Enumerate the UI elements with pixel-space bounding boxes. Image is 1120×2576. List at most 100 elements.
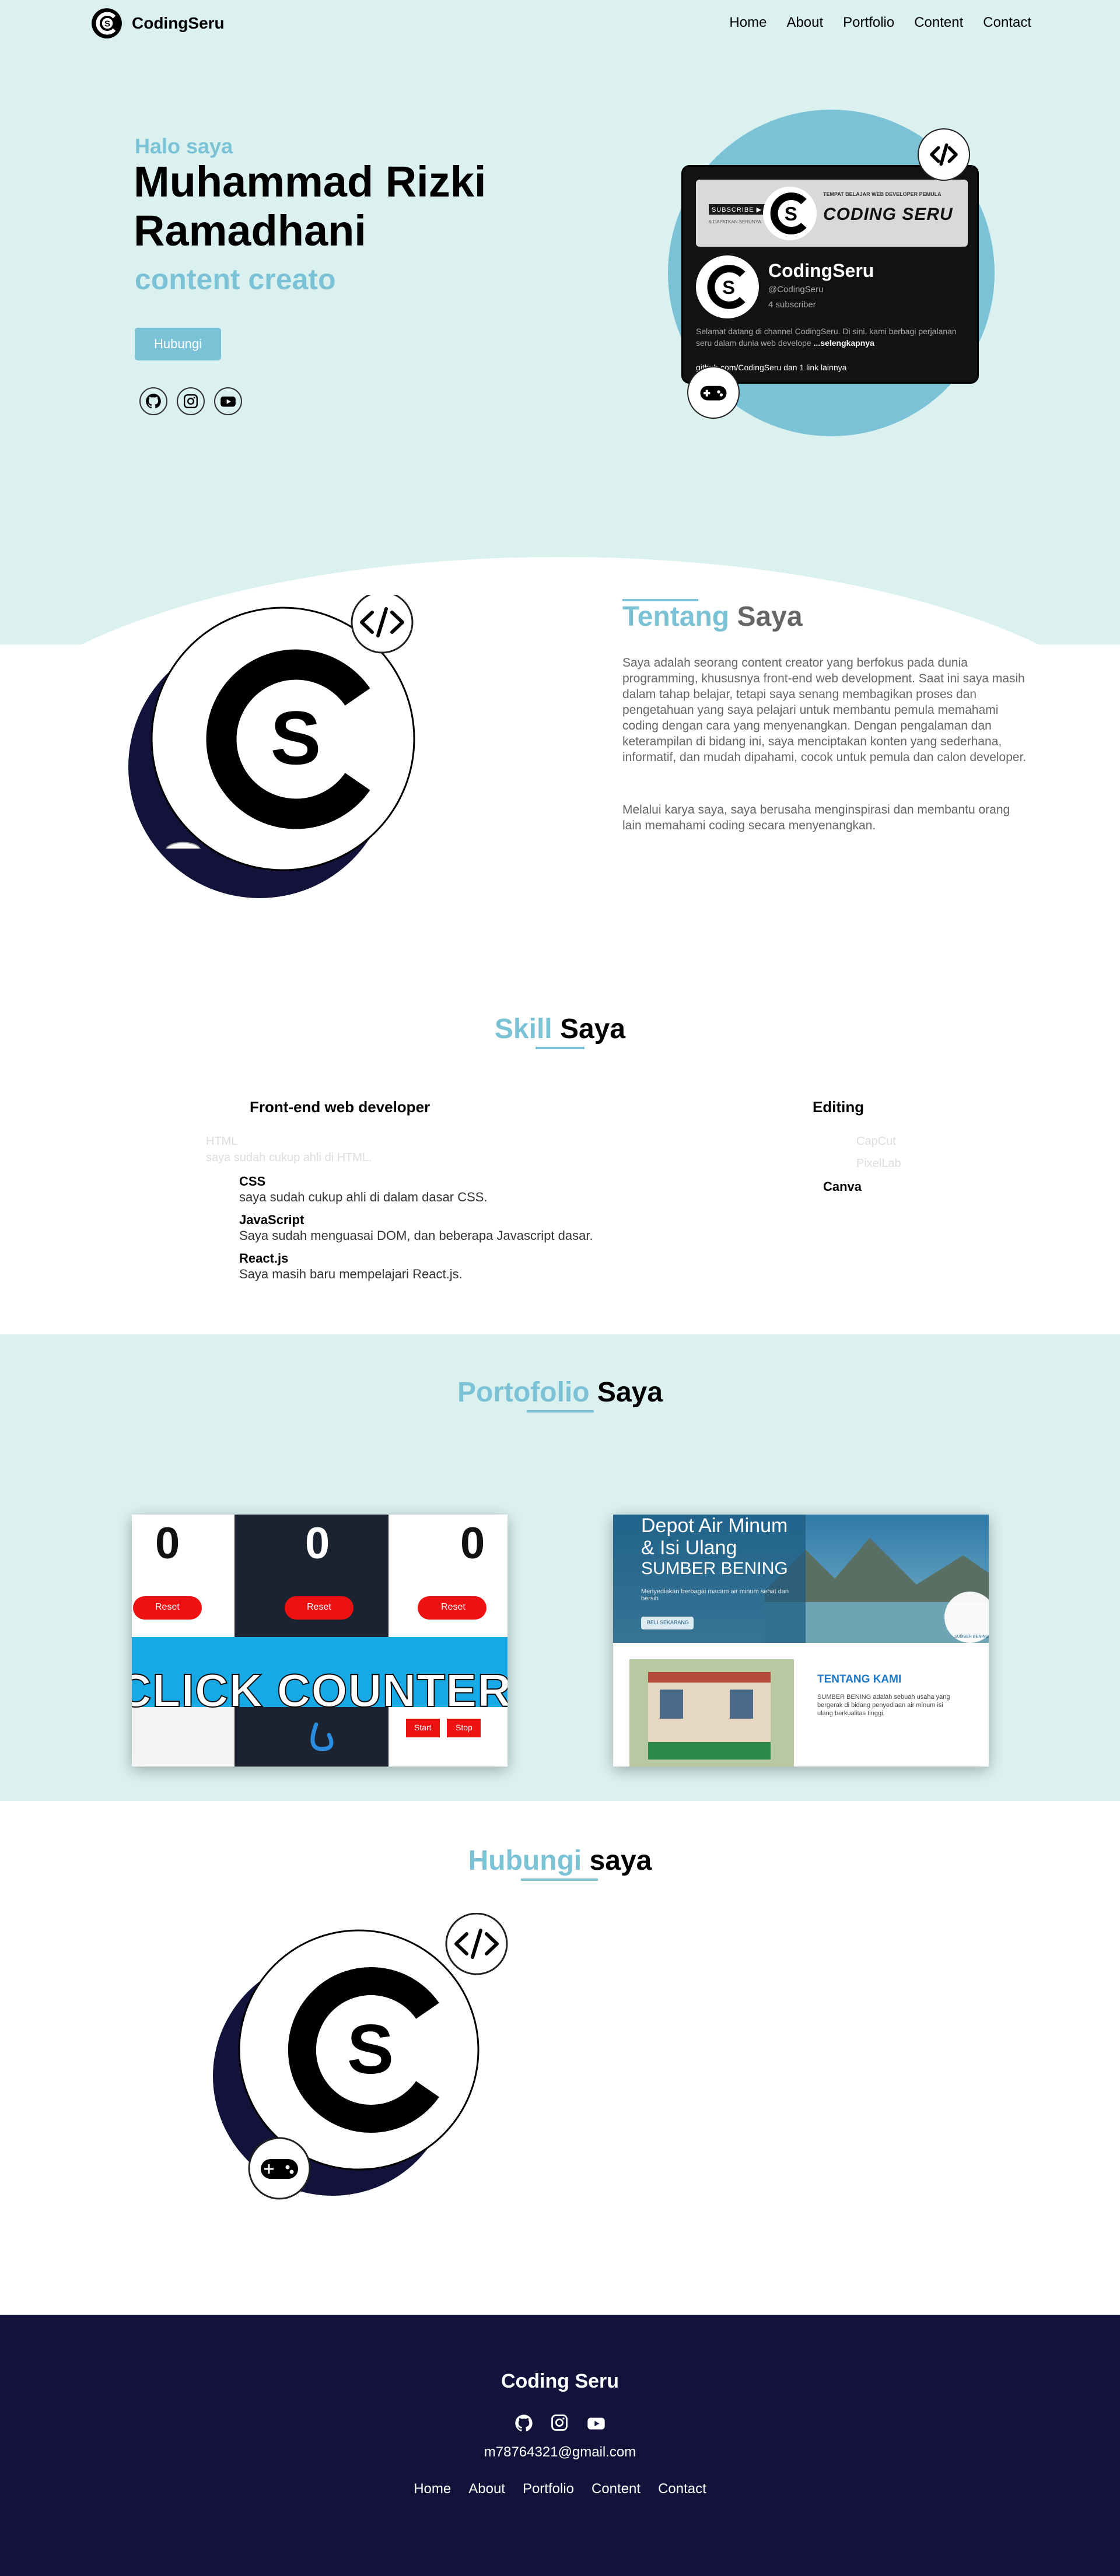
footer-social-links [514,2414,607,2433]
banner-small-text: & DAPATKAN SERUNYA [709,219,761,225]
svg-text:S: S [347,2010,394,2088]
svg-text:S: S [722,277,735,298]
editing-title: Editing [813,1098,864,1116]
footer: Coding Seru m78764321@gmail.com Home Abo… [0,2315,1120,2576]
counter-reset-3: Reset [441,1602,466,1612]
footer-email[interactable]: m78764321@gmail.com [0,2444,1120,2461]
footer-nav-portfolio[interactable]: Portfolio [523,2481,574,2497]
github-link[interactable] [139,387,167,415]
nav-links: Home About Portfolio Content Contact [729,15,1031,31]
portfolio-title: Portofolio Saya [0,1376,1120,1408]
contact-logo-illustration: S [213,1913,508,2200]
code-icon [930,143,958,166]
nav-contact[interactable]: Contact [983,15,1031,31]
navbar: S CodingSeru Home About Portfolio Conten… [0,0,1120,47]
skill-react-desc: Saya masih baru mempelajari React.js. [239,1267,463,1281]
contact-title-underline [521,1878,598,1881]
skill-faded-left: HTML saya sudah cukup ahli di HTML. [206,1131,372,1168]
faded-html-desc: saya sudah cukup ahli di HTML. [206,1151,372,1164]
portfolio-card-depot[interactable]: Depot Air Minum & Isi Ulang SUMBER BENIN… [613,1515,989,1767]
footer-nav-home[interactable]: Home [414,2481,451,2497]
channel-handle: @CodingSeru [768,285,824,295]
faded-pixellab: PixelLab [856,1157,901,1170]
depot-heading-3: SUMBER BENING [641,1559,788,1578]
youtube-icon [220,396,236,407]
skill-title-accent: Skill [494,1014,552,1045]
channel-subscribers: 4 subscriber [768,300,816,310]
depot-button: BELI SEKARANG [647,1620,690,1625]
footer-github-icon[interactable] [514,2414,533,2433]
nav-portfolio[interactable]: Portfolio [843,15,894,31]
depot-heading-2: & Isi Ulang [641,1537,737,1559]
counter-reset-2: Reset [307,1602,331,1612]
depot-about-title: TENTANG KAMI [817,1673,902,1685]
footer-nav: Home About Portfolio Content Contact [0,2481,1120,2497]
portfolio-card-counter[interactable]: 0 0 0 Reset Reset Reset CLICK COUNTER St… [132,1515,508,1767]
about-paragraph-2: Melalui karya saya, saya berusaha mengin… [622,803,1010,832]
skill-title-rest: Saya [559,1014,626,1045]
depot-brand: SUMBER BENING [954,1635,989,1639]
brand-name: CodingSeru [132,14,225,32]
counter-stop: Stop [456,1723,473,1732]
svg-text:S: S [271,695,321,780]
svg-text:S: S [785,204,797,225]
channel-more-link[interactable]: ...selengkapnya [814,338,874,348]
code-badge [918,128,970,181]
channel-name: CodingSeru [768,260,874,281]
counter-overlay-text: CLICK COUNTER [132,1664,508,1717]
banner-title: CODING SERU [823,205,953,224]
svg-text:S: S [104,19,110,29]
nav-about[interactable]: About [786,15,823,31]
skill-react-name: React.js [239,1251,289,1266]
portfolio-title-underline [527,1410,594,1413]
hero-name: Muhammad Rizki Ramadhani [134,157,487,255]
gamepad-icon [700,385,727,401]
channel-banner: SUBSCRIBE ▶ & DAPATKAN SERUNYA S TEMPAT … [696,180,968,247]
codingseru-logo-icon: S [92,8,122,38]
contact-title-accent: Hubungi [468,1845,582,1876]
counter-reset-1: Reset [155,1602,180,1612]
skill-css-name: CSS [239,1174,266,1189]
instagram-icon [183,394,198,409]
about-title-accent: Tentang [622,601,730,632]
portfolio-title-rest: Saya [597,1377,663,1408]
youtube-link[interactable] [214,387,242,415]
about-logo-illustration: S [128,595,415,898]
hero-role: content creato [135,263,336,296]
footer-nav-contact[interactable]: Contact [658,2481,706,2497]
hero-section: Halo saya Muhammad Rizki Ramadhani conte… [0,47,1120,1000]
footer-title: Coding Seru [501,2370,620,2392]
banner-subscribe: SUBSCRIBE ▶ [709,204,765,215]
about-title-rest: Saya [737,601,803,632]
counter-digit-2: 0 [305,1519,330,1568]
footer-instagram-icon[interactable] [551,2414,568,2431]
footer-youtube-icon[interactable] [586,2414,607,2433]
skill-title-underline [536,1047,584,1049]
faded-capcut: CapCut [856,1135,896,1148]
skill-title: Skill Saya [0,1013,1120,1045]
depot-heading-1: Depot Air Minum [641,1515,788,1537]
brand[interactable]: S CodingSeru [91,8,225,39]
hubungi-button[interactable]: Hubungi [135,328,221,360]
youtube-channel-card[interactable]: SUBSCRIBE ▶ & DAPATKAN SERUNYA S TEMPAT … [681,165,979,384]
page-root: S CodingSeru Home About Portfolio Conten… [0,0,1120,2576]
counter-start: Start [414,1723,432,1732]
instagram-link[interactable] [177,387,205,415]
footer-nav-content[interactable]: Content [592,2481,640,2497]
hero-greeting: Halo saya [135,134,233,158]
depot-blurb: Menyediakan berbagai macam air minum seh… [641,1588,789,1602]
channel-avatar-icon: S [696,255,759,318]
portfolio-title-accent: Portofolio [457,1377,590,1408]
depot-about-text: SUMBER BENING adalah sebuah usaha yang b… [817,1694,950,1717]
skill-css-desc: saya sudah cukup ahli di dalam dasar CSS… [239,1190,488,1204]
about-title: Tentang Saya [622,601,803,633]
skill-faded-right: CapCut PixelLab [856,1131,901,1173]
nav-content[interactable]: Content [914,15,963,31]
banner-logo-icon: S [763,187,817,240]
about-paragraph-1: Saya adalah seorang content creator yang… [622,656,1027,764]
footer-nav-about[interactable]: About [468,2481,505,2497]
nav-home[interactable]: Home [729,15,766,31]
contact-title-rest: saya [589,1845,652,1876]
github-icon [146,394,161,409]
banner-tagline: TEMPAT BELAJAR WEB DEVELOPER PEMULA [823,191,942,197]
